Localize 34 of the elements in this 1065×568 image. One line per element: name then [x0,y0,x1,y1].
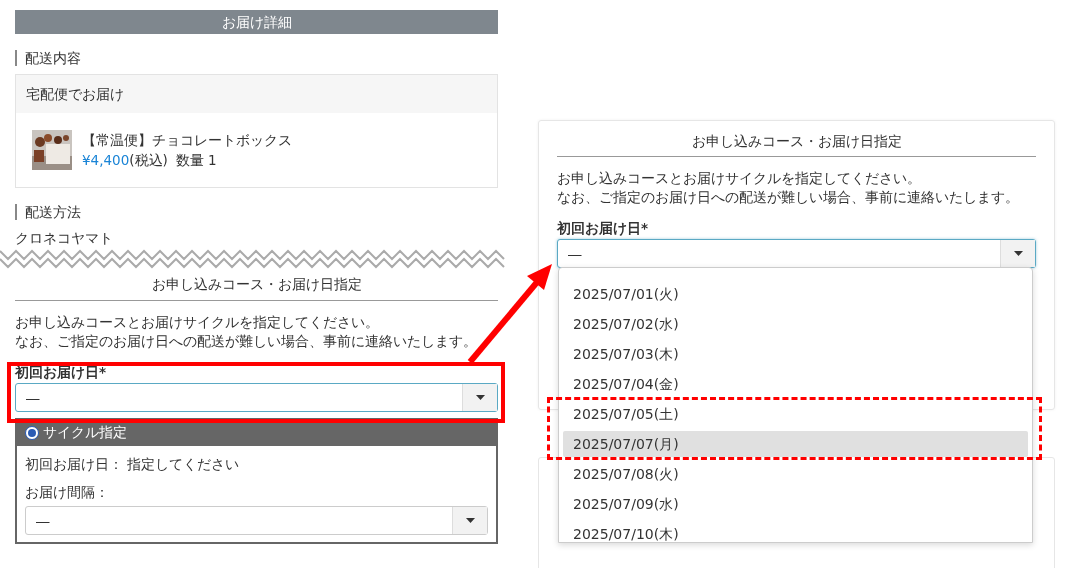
caret-icon [475,394,485,400]
shipment-title: 宅配便でお届け [16,75,497,113]
field-label: お届け間隔： [25,483,109,500]
caret-icon [1013,251,1023,257]
section-header: お届け詳細 [15,10,498,34]
section-heading: 配送内容 [15,50,498,66]
instruction-text: なお、ご指定のお届け日への配送が難しい場合、事前に連絡いたします。 [15,331,478,351]
section-title: お申し込みコース・お届け日指定 [557,131,1036,158]
caret-icon [465,518,475,523]
first-date-text: 初回お届け日： 指定してください [25,455,240,472]
dropdown-option[interactable]: 2025/07/02(水) [563,311,1028,338]
date-select[interactable]: ― [15,382,498,412]
instruction-text: お申し込みコースとお届けサイクルを指定してください。 [557,169,922,189]
dropdown-option[interactable]: 2025/07/03(木) [563,341,1028,368]
instruction-text: なお、ご指定のお届け日への配送が難しい場合、事前に連絡いたします。 [557,188,1020,208]
instruction-text: お申し込みコースとお届けサイクルを指定してください。 [15,312,380,332]
product-name: 【常温便】チョコレートボックス [82,130,292,150]
dropdown-option[interactable]: 2025/07/07(月) [563,431,1028,458]
radio-label: サイクル指定 [43,423,127,443]
field-label: 初回お届け日* [15,362,108,381]
dropdown-option[interactable]: 2025/07/09(水) [563,491,1028,518]
dropdown-option[interactable]: 2025/07/01(火) [563,281,1028,308]
product-price: ¥4,400(税込) [82,151,168,170]
shipping-method: クロネコヤマト [15,230,113,246]
dropdown-option[interactable]: 2025/07/04(金) [563,371,1028,398]
field-label: 初回お届け日* [557,219,650,238]
product-quantity: 数量 1 [175,151,217,170]
dropdown-option[interactable]: 2025/07/05(土) [563,401,1028,428]
dropdown-option[interactable]: 2025/07/10(木) [563,521,1028,543]
section-heading: 配送方法 [15,204,498,220]
interval-select[interactable]: ― [25,506,488,535]
dropdown-option[interactable]: 2025/07/08(火) [563,461,1028,488]
radio-button[interactable] [25,425,39,440]
section-title: お申し込みコース・お届け日指定 [15,274,498,301]
